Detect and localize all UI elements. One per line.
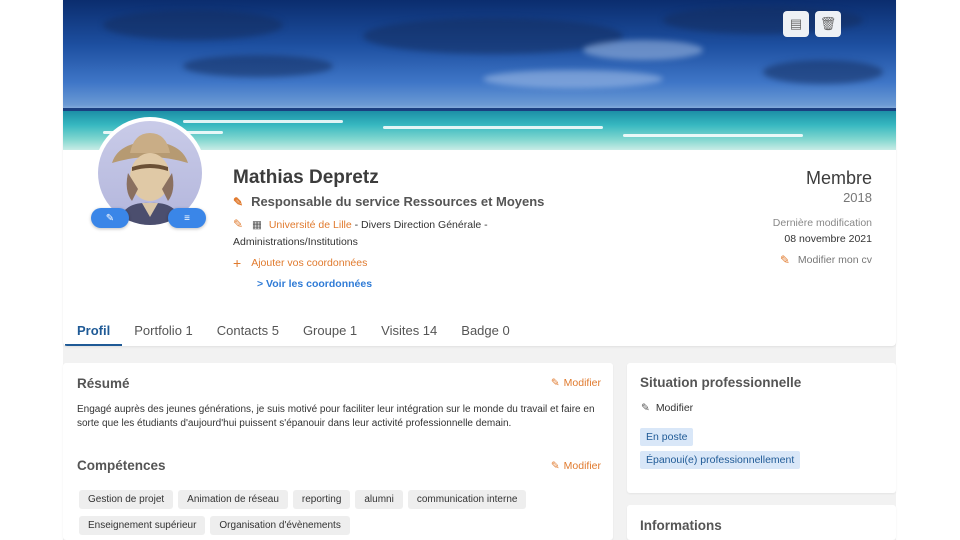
pdf-icon: ▤ xyxy=(789,16,803,31)
pencil-icon: ✎ xyxy=(641,402,650,414)
resume-text: Engagé auprès des jeunes générations, je… xyxy=(77,404,595,429)
tab-profil[interactable]: Profil xyxy=(65,316,123,346)
member-label: Membre xyxy=(805,168,872,188)
add-contact-link[interactable]: + Ajouter vos coordonnées xyxy=(233,255,367,271)
tab-contacts[interactable]: Contacts 5 xyxy=(205,316,291,346)
edit-situation-link[interactable]: ✎ Modifier xyxy=(641,402,693,414)
profile-header-card: ▤ 🗑 ✎ ≡ Mathias Depretz ✎ Responsable du… xyxy=(63,0,896,346)
profile-name: Mathias Depretz xyxy=(233,167,379,188)
pencil-icon[interactable]: ✎ xyxy=(233,217,243,231)
edit-cv-link[interactable]: ✎ Modifier mon cv xyxy=(773,253,872,267)
resume-card: Résumé ✎ Modifier Engagé auprès des jeun… xyxy=(63,363,613,540)
member-year: 2018 xyxy=(843,190,872,205)
organization-link[interactable]: Université de Lille xyxy=(269,219,352,231)
skill-tag: Gestion de projet xyxy=(79,490,174,509)
skills-title: Compétences xyxy=(77,458,166,473)
see-contact-link[interactable]: > Voir les coordonnées xyxy=(257,278,372,290)
edit-situation-label: Modifier xyxy=(655,402,694,414)
pencil-icon[interactable]: ✎ xyxy=(233,195,243,209)
membership-block: Membre 2018 Dernière modification 08 nov… xyxy=(773,168,872,267)
skill-tag: communication interne xyxy=(407,490,527,509)
situation-tag: Épanoui(e) professionnellement xyxy=(640,451,801,469)
building-icon: ▦ xyxy=(251,219,262,231)
last-modified-label: Dernière modification xyxy=(772,217,872,229)
job-title: Responsable du service Ressources et Moy… xyxy=(251,194,545,209)
organization-row: ✎ ▦ Université de Lille - Divers Directi… xyxy=(233,216,523,251)
avatar-menu-button[interactable]: ≡ xyxy=(168,208,206,228)
informations-card: Informations xyxy=(627,505,896,540)
add-contact-label: Ajouter vos coordonnées xyxy=(251,257,368,269)
skill-tag: Animation de réseau xyxy=(178,490,288,509)
pencil-icon: ✎ xyxy=(550,377,560,389)
delete-cover-button[interactable]: 🗑 xyxy=(815,11,841,37)
plus-icon: + xyxy=(233,255,242,271)
informations-title: Informations xyxy=(640,518,722,533)
export-pdf-button[interactable]: ▤ xyxy=(783,11,809,37)
skill-tag: alumni xyxy=(355,490,403,509)
edit-resume-label: Modifier xyxy=(563,377,601,389)
pencil-icon: ✎ xyxy=(105,212,115,224)
tab-portfolio[interactable]: Portfolio 1 xyxy=(122,316,205,346)
skill-tag: reporting xyxy=(292,490,351,509)
edit-cv-label: Modifier mon cv xyxy=(797,254,872,266)
job-title-row: ✎ Responsable du service Ressources et M… xyxy=(233,194,544,209)
situation-title: Situation professionnelle xyxy=(640,375,802,390)
edit-resume-link[interactable]: ✎ Modifier xyxy=(551,377,601,389)
edit-avatar-button[interactable]: ✎ xyxy=(91,208,129,228)
skill-tag: Organisation d'évènements xyxy=(210,516,350,535)
edit-skills-link[interactable]: ✎ Modifier xyxy=(551,460,601,472)
tab-groupe[interactable]: Groupe 1 xyxy=(291,316,369,346)
pencil-icon: ✎ xyxy=(779,253,790,267)
situation-card: Situation professionnelle ✎ Modifier En … xyxy=(627,363,896,493)
situation-tag: En poste xyxy=(640,428,694,446)
resume-title: Résumé xyxy=(77,376,130,391)
profile-tabs: Profil Portfolio 1 Contacts 5 Groupe 1 V… xyxy=(65,316,522,346)
skill-tag: Enseignement supérieur xyxy=(79,516,206,535)
pencil-icon: ✎ xyxy=(550,460,560,472)
trash-icon: 🗑 xyxy=(819,16,837,31)
cover-image: ▤ 🗑 xyxy=(63,0,896,150)
tab-badge[interactable]: Badge 0 xyxy=(449,316,521,346)
edit-skills-label: Modifier xyxy=(563,460,601,472)
tab-visites[interactable]: Visites 14 xyxy=(369,316,449,346)
last-modified-date: 08 novembre 2021 xyxy=(784,233,872,245)
situation-tag-list: En poste Épanoui(e) professionnellement xyxy=(640,427,801,469)
skills-tag-list: Gestion de projet Animation de réseau repo… xyxy=(79,489,599,540)
menu-icon: ≡ xyxy=(184,212,190,224)
